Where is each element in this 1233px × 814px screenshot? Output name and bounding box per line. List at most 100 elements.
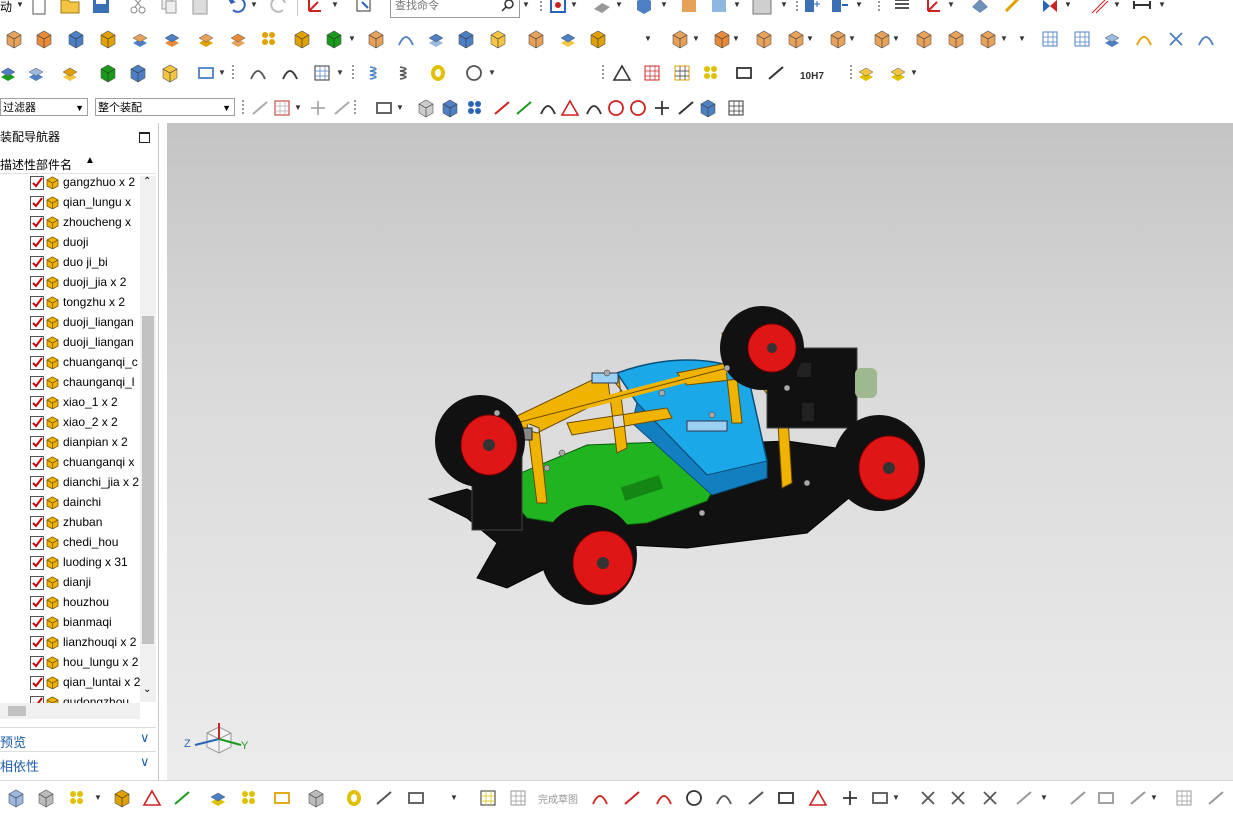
tree-row[interactable]: qian_lungu x: [0, 193, 140, 213]
trim-body-icon[interactable]: [364, 28, 388, 50]
measure-angle-icon[interactable]: [1088, 0, 1112, 16]
toolbar-grip[interactable]: [240, 97, 246, 119]
layer-manager-icon[interactable]: [0, 62, 20, 84]
toolbar-grip[interactable]: [230, 62, 236, 84]
chevron-down-icon[interactable]: ∨: [140, 730, 150, 746]
paste-face-icon[interactable]: [976, 28, 1000, 50]
visibility-checkbox[interactable]: [30, 616, 44, 630]
dropdown-arrow[interactable]: ▼: [892, 28, 900, 50]
wave-link-icon[interactable]: [96, 62, 120, 84]
draft-icon[interactable]: [486, 28, 510, 50]
dropdown-arrow[interactable]: ▼: [218, 62, 226, 84]
dropdown-arrow[interactable]: ▼: [336, 62, 344, 84]
offset-curve-icon[interactable]: [868, 787, 892, 809]
sketch-curve-icon[interactable]: [246, 62, 270, 84]
tree-row[interactable]: bianmaqi: [0, 613, 140, 633]
pad-icon[interactable]: [194, 28, 218, 50]
assembly-constraint-icon[interactable]: [828, 0, 852, 16]
snap-curve-icon[interactable]: [536, 97, 560, 119]
combine-dropdown[interactable]: ▼: [348, 28, 356, 50]
table-icon[interactable]: [640, 62, 664, 84]
reuse-library-icon[interactable]: [854, 62, 878, 84]
part-list-icon[interactable]: [24, 62, 48, 84]
sequence-icon[interactable]: [304, 787, 328, 809]
sketch-settings-icon[interactable]: [1172, 787, 1196, 809]
tabular-note-icon[interactable]: [732, 62, 756, 84]
dropdown-arrow[interactable]: ▼: [692, 28, 700, 50]
command-search-input[interactable]: [391, 0, 499, 15]
snap-intersection-icon[interactable]: [650, 97, 674, 119]
dimension-icon[interactable]: [1094, 787, 1118, 809]
color-dropdown[interactable]: ▼: [780, 0, 788, 16]
pattern-icon[interactable]: [258, 28, 282, 50]
fit-view-icon[interactable]: [546, 0, 570, 16]
snap-center-icon[interactable]: [604, 97, 628, 119]
open-folder-icon[interactable]: [58, 0, 82, 16]
visibility-checkbox[interactable]: [30, 436, 44, 450]
intent-icon[interactable]: [330, 97, 354, 119]
menu-fragment[interactable]: 动: [0, 0, 12, 15]
sort-ascending-icon[interactable]: ▲: [85, 155, 95, 166]
maximize-icon[interactable]: [139, 132, 150, 143]
assembly-dropdown[interactable]: ▼: [855, 0, 863, 16]
visibility-checkbox[interactable]: [30, 216, 44, 230]
visibility-checkbox[interactable]: [30, 536, 44, 550]
datum-plane-icon[interactable]: [968, 0, 992, 16]
visibility-checkbox[interactable]: [30, 196, 44, 210]
chamfer-sketch-icon[interactable]: [744, 787, 768, 809]
redo-icon[interactable]: [268, 0, 292, 16]
undo-dropdown[interactable]: ▼: [250, 0, 258, 16]
dropdown-arrow[interactable]: ▼: [1040, 787, 1048, 809]
tree-row[interactable]: chuanganqi_c: [0, 353, 140, 373]
cube-view-icon[interactable]: [632, 0, 656, 16]
tree-row[interactable]: gangzhuo x 2: [0, 173, 140, 193]
tree-row[interactable]: duoji_liangan: [0, 333, 140, 353]
hierarchy-icon[interactable]: [310, 62, 334, 84]
feature-filter-icon[interactable]: [270, 97, 294, 119]
dropdown-arrow[interactable]: ▼: [910, 62, 918, 84]
tree-row[interactable]: zhoucheng x: [0, 213, 140, 233]
blend-icon[interactable]: [524, 28, 548, 50]
circle-icon[interactable]: [682, 787, 706, 809]
tree-row[interactable]: xiao_2 x 2: [0, 413, 140, 433]
add-component-icon[interactable]: [66, 787, 90, 809]
rectangle-icon[interactable]: [774, 787, 798, 809]
orientation-triad[interactable]: [179, 715, 259, 763]
visibility-checkbox[interactable]: [30, 456, 44, 470]
snap-line-icon[interactable]: [490, 97, 514, 119]
visibility-checkbox[interactable]: [30, 656, 44, 670]
tree-row[interactable]: chaunganqi_l: [0, 373, 140, 393]
trim-sheet-icon[interactable]: [1164, 28, 1188, 50]
studio-surface-icon[interactable]: [1070, 28, 1094, 50]
tree-row[interactable]: luoding x 31: [0, 553, 140, 573]
render-style-dropdown[interactable]: ▼: [1064, 0, 1072, 16]
toolbar-grip[interactable]: [352, 97, 358, 119]
tree-row[interactable]: qian_luntai x 2: [0, 673, 140, 693]
visibility-checkbox[interactable]: [30, 516, 44, 530]
vertical-scrollbar[interactable]: ⌃ ⌄: [140, 176, 156, 702]
snap-face-icon[interactable]: [696, 97, 720, 119]
sphere-feature-icon[interactable]: [64, 28, 88, 50]
paste-icon[interactable]: [188, 0, 212, 16]
unite-icon[interactable]: [290, 28, 314, 50]
toolbar-grip[interactable]: [876, 0, 882, 16]
tree-row[interactable]: dainchi: [0, 493, 140, 513]
move-component-icon[interactable]: [800, 0, 824, 16]
hole-icon[interactable]: [96, 28, 120, 50]
assembly-icon[interactable]: [4, 787, 28, 809]
bearing-icon[interactable]: [426, 62, 450, 84]
pattern-face-icon[interactable]: [870, 28, 894, 50]
measure-dropdown[interactable]: ▼: [1113, 0, 1121, 16]
visibility-checkbox[interactable]: [30, 176, 44, 190]
triangle-mesh-icon[interactable]: [610, 62, 634, 84]
pocket-icon[interactable]: [160, 28, 184, 50]
csys-dropdown[interactable]: ▼: [947, 0, 955, 16]
snap-grid-icon[interactable]: [724, 97, 748, 119]
tree-row[interactable]: duoji_liangan: [0, 313, 140, 333]
dropdown-arrow[interactable]: ▼: [488, 62, 496, 84]
constraints-icon[interactable]: [1066, 787, 1090, 809]
edit-object-icon[interactable]: [707, 0, 731, 16]
tree-row[interactable]: xiao_1 x 2: [0, 393, 140, 413]
constraint-icon[interactable]: [238, 787, 262, 809]
shell-icon[interactable]: [454, 28, 478, 50]
